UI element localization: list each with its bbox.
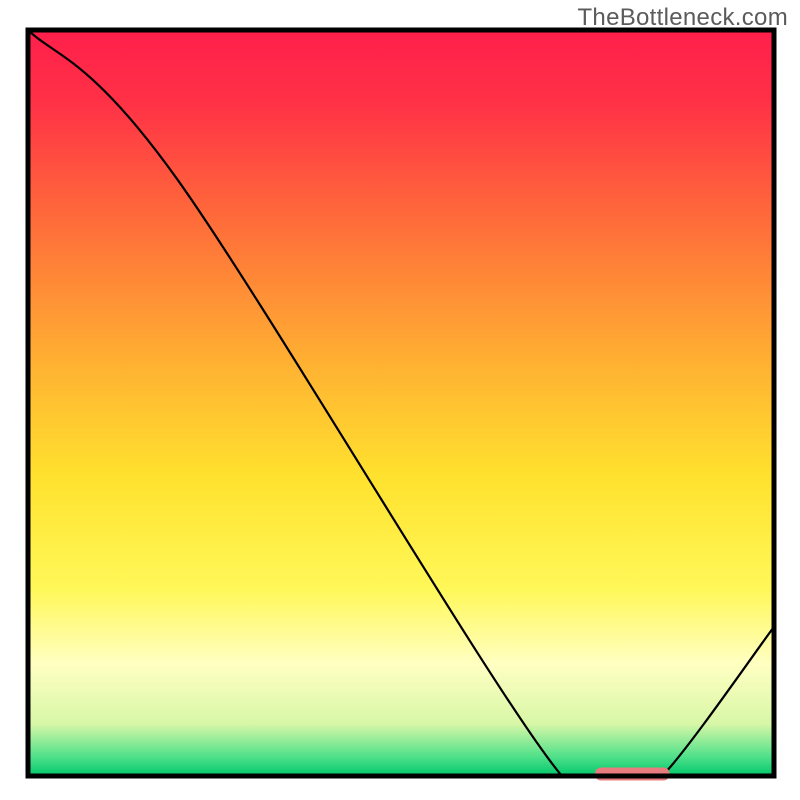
plot-background (28, 30, 774, 776)
bottleneck-chart (0, 0, 800, 800)
chart-container: TheBottleneck.com (0, 0, 800, 800)
